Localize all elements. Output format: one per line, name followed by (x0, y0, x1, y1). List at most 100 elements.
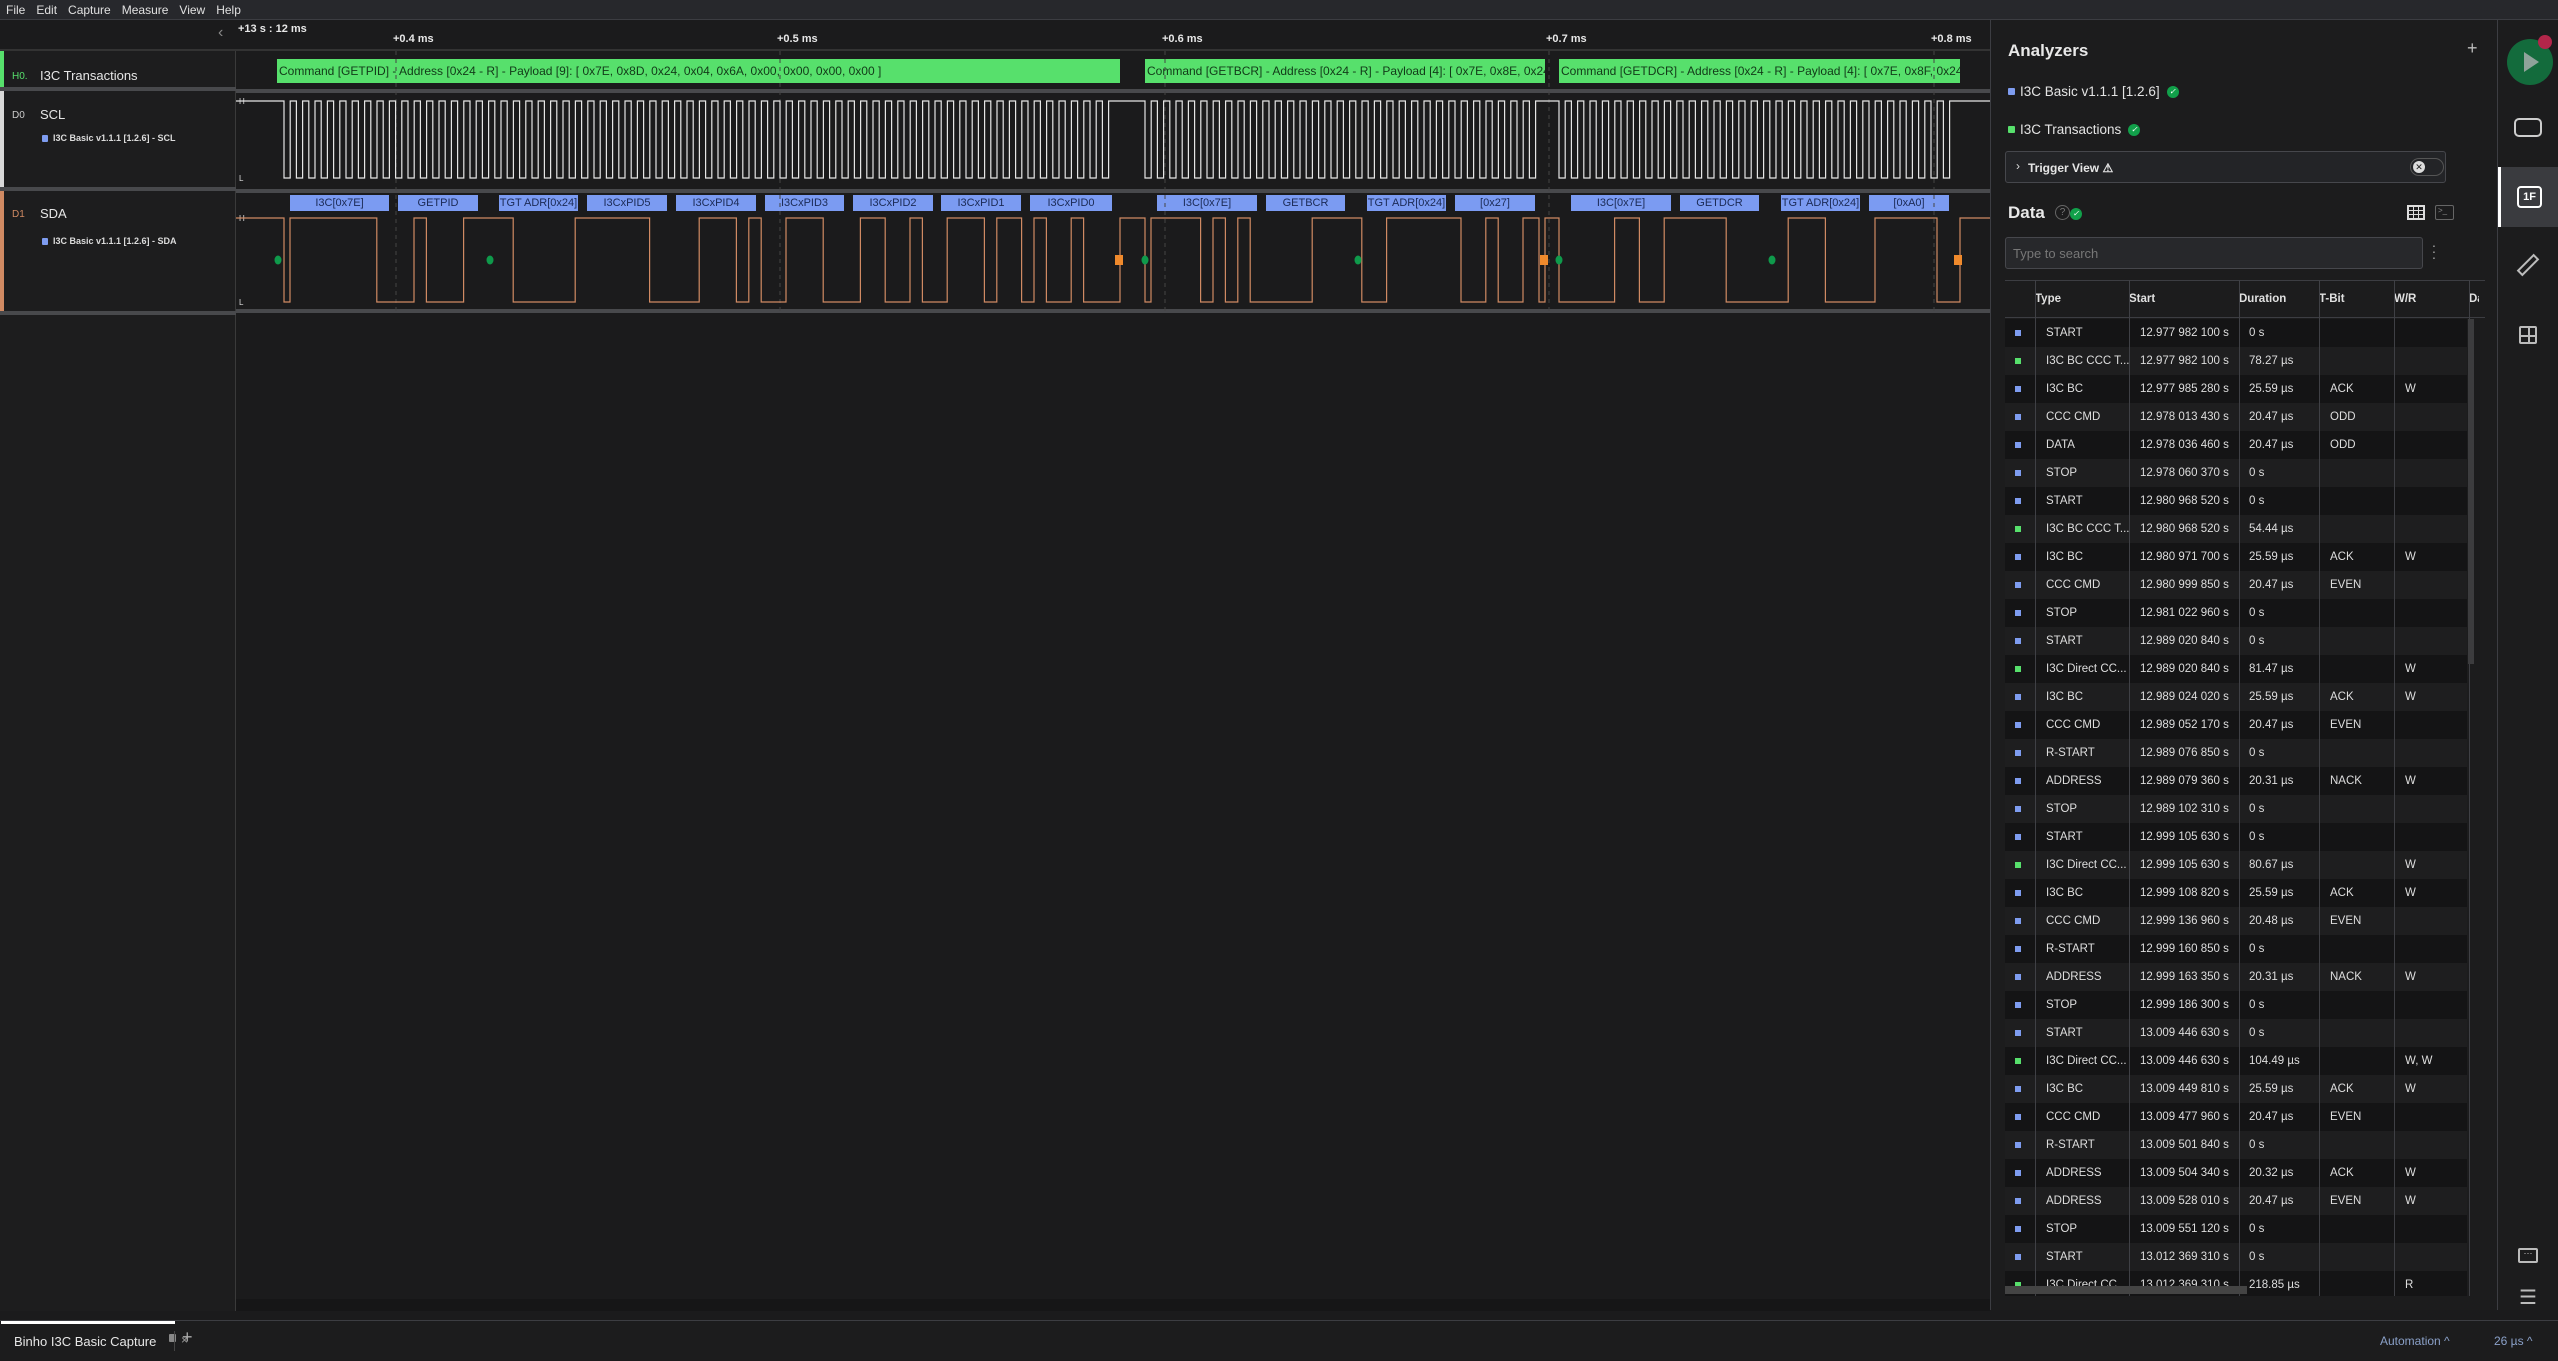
table-cell: 12.978 036 460 s (2140, 439, 2229, 451)
table-cell: 0 s (2249, 999, 2265, 1011)
table-row[interactable]: I3C BC 12.989 024 020 s 25.59 µs ACK W (2005, 683, 2467, 711)
table-cell: ADDRESS (2046, 1195, 2102, 1207)
table-row[interactable]: CCC CMD 12.989 052 170 s 20.47 µs EVEN (2005, 711, 2467, 739)
main-menu-button[interactable]: ☰ (2498, 1282, 2558, 1312)
channel-h0[interactable]: H0. I3C Transactions (0, 51, 236, 91)
table-cell: W (2405, 663, 2416, 675)
table-row[interactable]: I3C Direct CC... 12.999 105 630 s 80.67 µs… (2005, 851, 2467, 879)
table-row[interactable]: CCC CMD 13.009 477 960 s 20.47 µs EVEN (2005, 1103, 2467, 1131)
analyzers-tab-button[interactable]: 1F (2498, 167, 2558, 227)
analyzer-color-swatch (42, 237, 48, 245)
column-header-type[interactable]: Type (2035, 293, 2061, 305)
column-header-start[interactable]: Start (2129, 293, 2155, 305)
menu-measure[interactable]: Measure (122, 3, 169, 17)
table-cell: 12.989 076 850 s (2140, 747, 2229, 759)
column-header-duration[interactable]: Duration (2239, 293, 2286, 305)
trigger-view-toggle[interactable]: ✕ (2410, 158, 2444, 176)
table-row[interactable]: I3C BC 12.980 971 700 s 25.59 µs ACK W (2005, 543, 2467, 571)
table-cell: START (2046, 1251, 2083, 1263)
table-row[interactable]: I3C BC CCC T... 12.977 982 100 s 78.27 µs (2005, 347, 2467, 375)
table-horizontal-scrollbar[interactable] (2005, 1286, 2247, 1294)
row-color-swatch (2015, 470, 2021, 476)
start-capture-button[interactable] (2507, 35, 2553, 85)
new-tab-button[interactable]: + (182, 1327, 193, 1348)
table-row[interactable]: CCC CMD 12.999 136 960 s 20.48 µs EVEN (2005, 907, 2467, 935)
more-options-icon[interactable]: · · · (2431, 238, 2437, 264)
table-row[interactable]: START 12.977 982 100 s 0 s (2005, 319, 2467, 347)
table-row[interactable]: START 12.980 968 520 s 0 s (2005, 487, 2467, 515)
help-icon[interactable]: ? (2055, 205, 2070, 220)
stop-marker (1115, 255, 1123, 265)
table-cell: 13.009 449 810 s (2140, 1083, 2229, 1095)
tab-capture[interactable]: Binho I3C Basic Capture × (1, 1321, 201, 1361)
table-row[interactable]: I3C Direct CC... 13.009 446 630 s 104.49 µ… (2005, 1047, 2467, 1075)
table-row[interactable]: ADDRESS 12.999 163 350 s 20.31 µs NACK W (2005, 963, 2467, 991)
table-vertical-scrollbar[interactable] (2468, 319, 2474, 664)
table-row[interactable]: STOP 12.999 186 300 s 0 s (2005, 991, 2467, 1019)
analyzer-item[interactable]: I3C Basic v1.1.1 [1.2.6] ✓ (2008, 84, 2179, 99)
table-cell: ACK (2330, 1167, 2354, 1179)
table-row[interactable]: R-START 13.009 501 840 s 0 s (2005, 1131, 2467, 1159)
table-row[interactable]: I3C BC CCC T... 12.980 968 520 s 54.44 µs (2005, 515, 2467, 543)
horizontal-scrollbar[interactable] (236, 1299, 1990, 1311)
measure-button[interactable] (2496, 233, 2558, 297)
menu-capture[interactable]: Capture (68, 3, 111, 17)
collapse-chevron-icon[interactable]: ‹ (218, 24, 223, 42)
table-row[interactable]: DATA 12.978 036 460 s 20.47 µs ODD (2005, 431, 2467, 459)
table-row[interactable]: STOP 12.978 060 370 s 0 s (2005, 459, 2467, 487)
table-row[interactable]: START 13.009 446 630 s 0 s (2005, 1019, 2467, 1047)
table-row[interactable]: ADDRESS 13.009 504 340 s 20.32 µs ACK W (2005, 1159, 2467, 1187)
active-tab-indicator (1, 1321, 175, 1324)
table-row[interactable]: STOP 13.009 551 120 s 0 s (2005, 1215, 2467, 1243)
automation-button[interactable]: Automation ^ (2380, 1334, 2450, 1348)
analyzer-item[interactable]: I3C Transactions ✓ (2008, 122, 2141, 137)
table-cell: ODD (2330, 439, 2356, 451)
add-analyzer-button[interactable]: + (2467, 38, 2478, 59)
table-row[interactable]: CCC CMD 12.978 013 430 s 20.47 µs ODD (2005, 403, 2467, 431)
table-cell: I3C BC CCC T... (2046, 523, 2130, 535)
table-row[interactable]: START 12.999 105 630 s 0 s (2005, 823, 2467, 851)
column-header-wr[interactable]: W/R (2394, 293, 2416, 305)
column-header-tbit[interactable]: T-Bit (2319, 293, 2345, 305)
row-color-swatch (2015, 1170, 2021, 1176)
trigger-view-row[interactable]: › Trigger View ⚠ ✕ (2005, 151, 2446, 183)
table-cell: 12.989 102 310 s (2140, 803, 2229, 815)
column-header-data[interactable]: Da (2469, 293, 2479, 305)
table-row[interactable]: ADDRESS 12.989 079 360 s 20.31 µs NACK W (2005, 767, 2467, 795)
timing-marker-button[interactable]: 26 µs ^ (2494, 1334, 2533, 1348)
menu-view[interactable]: View (179, 3, 205, 17)
bottom-tab-bar: Binho I3C Basic Capture × + Automation ^… (0, 1320, 2558, 1360)
table-row[interactable]: I3C BC 12.977 985 280 s 25.59 µs ACK W (2005, 375, 2467, 403)
time-tick: +0.4 ms (393, 33, 434, 45)
device-settings-button[interactable] (2498, 112, 2558, 142)
table-row[interactable]: I3C BC 13.009 449 810 s 25.59 µs ACK W (2005, 1075, 2467, 1103)
channel-d0[interactable]: D0 SCL I3C Basic v1.1.1 [1.2.6] - SCL (0, 91, 236, 191)
table-row[interactable]: START 12.989 020 840 s 0 s (2005, 627, 2467, 655)
feedback-button[interactable]: ··· (2498, 1240, 2558, 1270)
terminal-view-icon[interactable]: >_ (2435, 205, 2454, 220)
table-row[interactable]: STOP 12.989 102 310 s 0 s (2005, 795, 2467, 823)
channel-d1[interactable]: D1 SDA I3C Basic v1.1.1 [1.2.6] - SDA (0, 191, 236, 315)
data-search-input[interactable] (2005, 237, 2423, 269)
table-row[interactable]: R-START 12.989 076 850 s 0 s (2005, 739, 2467, 767)
menu-help[interactable]: Help (216, 3, 241, 17)
row-color-swatch (2015, 666, 2021, 672)
table-row[interactable]: I3C BC 12.999 108 820 s 25.59 µs ACK W (2005, 879, 2467, 907)
table-view-icon[interactable] (2407, 205, 2425, 220)
table-cell: 20.47 µs (2249, 1195, 2294, 1207)
menu-file[interactable]: File (6, 3, 25, 17)
table-cell: NACK (2330, 971, 2362, 983)
table-row[interactable]: START 13.012 369 310 s 0 s (2005, 1243, 2467, 1271)
table-row[interactable]: ADDRESS 13.009 528 010 s 20.47 µs EVEN W (2005, 1187, 2467, 1215)
tab-label: Binho I3C Basic Capture (14, 1334, 157, 1349)
table-row[interactable]: CCC CMD 12.980 999 850 s 20.47 µs EVEN (2005, 571, 2467, 599)
channel-name: I3C Transactions (40, 68, 138, 83)
timeline-header[interactable]: ‹ +13 s : 12 ms +0.4 ms +0.5 ms +0.6 ms … (0, 20, 1990, 51)
table-row[interactable]: STOP 12.981 022 960 s 0 s (2005, 599, 2467, 627)
table-row[interactable]: I3C Direct CC... 12.989 020 840 s 81.47 µs… (2005, 655, 2467, 683)
table-row[interactable]: R-START 12.999 160 850 s 0 s (2005, 935, 2467, 963)
menu-edit[interactable]: Edit (36, 3, 57, 17)
row-color-swatch (2015, 834, 2021, 840)
waveform-area[interactable]: Command [GETPID] - Address [0x24 - R] - … (236, 51, 1990, 1311)
extensions-button[interactable] (2498, 320, 2558, 350)
